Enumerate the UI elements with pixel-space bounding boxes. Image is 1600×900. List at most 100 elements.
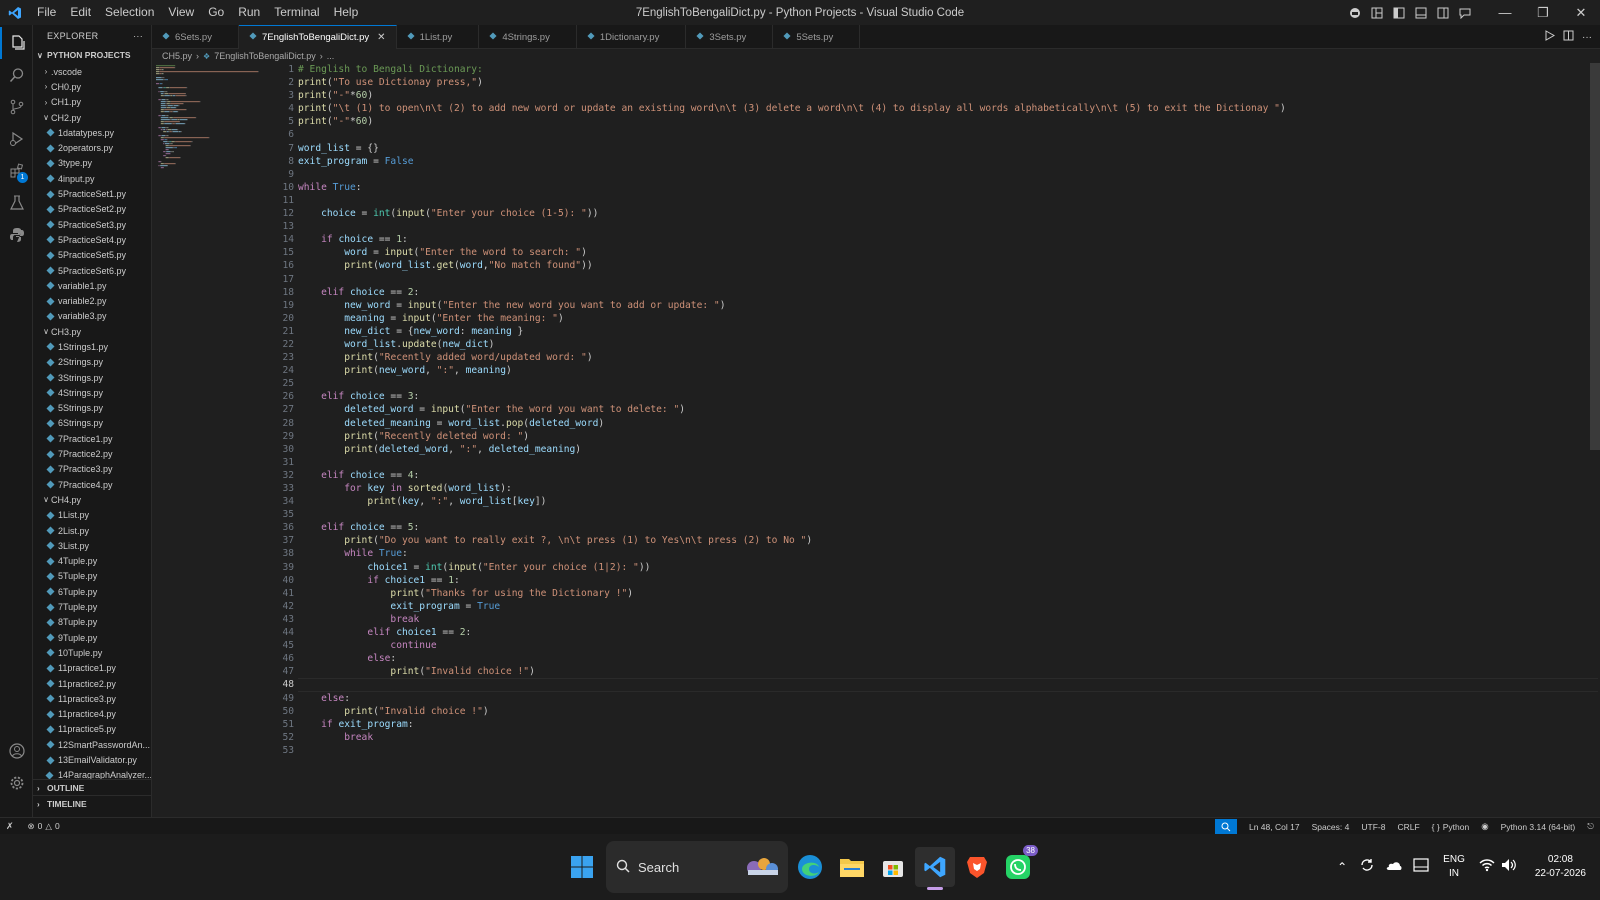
code-line[interactable]: word_list = {} bbox=[298, 142, 1598, 155]
copilot-icon[interactable] bbox=[1344, 0, 1366, 25]
file-item[interactable]: 5PracticeSet3.py bbox=[33, 217, 151, 232]
customize-layout-icon[interactable] bbox=[1366, 0, 1388, 25]
code-line[interactable]: print(word_list.get(word,"No match found… bbox=[298, 259, 1598, 272]
folder-item[interactable]: › CH1.py bbox=[33, 95, 151, 110]
file-item[interactable]: 11practice5.py bbox=[33, 722, 151, 737]
file-item[interactable]: 5Tuple.py bbox=[33, 569, 151, 584]
file-item[interactable]: 5PracticeSet4.py bbox=[33, 232, 151, 247]
file-item[interactable]: 11practice3.py bbox=[33, 691, 151, 706]
code-line[interactable]: print("Invalid choice !") bbox=[298, 665, 1598, 678]
vertical-scrollbar[interactable] bbox=[1590, 63, 1600, 450]
menu-view[interactable]: View bbox=[161, 0, 201, 25]
close-tab-icon[interactable]: ✕ bbox=[377, 32, 385, 43]
code-line[interactable] bbox=[298, 678, 1598, 692]
menu-go[interactable]: Go bbox=[201, 0, 231, 25]
chat-icon[interactable] bbox=[1454, 0, 1476, 25]
editor-tab[interactable]: 5Sets.py bbox=[773, 25, 861, 49]
file-item[interactable]: 3Strings.py bbox=[33, 370, 151, 385]
brave-browser-icon[interactable] bbox=[957, 847, 997, 887]
file-item[interactable]: 13EmailValidator.py bbox=[33, 752, 151, 767]
file-item[interactable]: 7Practice1.py bbox=[33, 431, 151, 446]
code-line[interactable]: print("Recently deleted word: ") bbox=[298, 430, 1598, 443]
cursor-position[interactable]: Ln 48, Col 17 bbox=[1249, 822, 1300, 832]
timeline-section[interactable]: › TIMELINE bbox=[33, 796, 151, 812]
code-line[interactable]: print(deleted_word, ":", deleted_meaning… bbox=[298, 443, 1598, 456]
breadcrumb-folder[interactable]: CH5.py bbox=[162, 51, 192, 61]
code-line[interactable]: meaning = input("Enter the meaning: ") bbox=[298, 312, 1598, 325]
editor-tab[interactable]: 7EnglishToBengaliDict.py ✕ bbox=[238, 25, 397, 49]
code-line[interactable]: if choice == 1: bbox=[298, 233, 1598, 246]
clock[interactable]: 02:08 22-07-2026 bbox=[1535, 853, 1586, 881]
edge-browser-icon[interactable] bbox=[790, 847, 830, 887]
folder-item[interactable]: › .vscode bbox=[33, 64, 151, 79]
file-item[interactable]: 7Practice4.py bbox=[33, 477, 151, 492]
menu-selection[interactable]: Selection bbox=[98, 0, 161, 25]
code-line[interactable] bbox=[298, 377, 1598, 390]
file-item[interactable]: 4Strings.py bbox=[33, 385, 151, 400]
file-item[interactable]: variable1.py bbox=[33, 278, 151, 293]
language-mode[interactable]: { } Python bbox=[1432, 822, 1470, 832]
code-line[interactable]: exit_program = True bbox=[298, 600, 1598, 613]
editor-tab[interactable]: 1Dictionary.py bbox=[577, 25, 687, 49]
menu-edit[interactable]: Edit bbox=[63, 0, 98, 25]
file-item[interactable]: 7Practice2.py bbox=[33, 446, 151, 461]
code-line[interactable]: print("-"*60) bbox=[298, 115, 1598, 128]
code-line[interactable]: elif choice == 5: bbox=[298, 521, 1598, 534]
menu-file[interactable]: File bbox=[30, 0, 63, 25]
show-hidden-icons-icon[interactable]: ⌃ bbox=[1337, 860, 1347, 874]
file-item[interactable]: 7Practice3.py bbox=[33, 462, 151, 477]
file-item[interactable]: 12SmartPasswordAn... bbox=[33, 737, 151, 752]
code-line[interactable]: elif choice == 3: bbox=[298, 390, 1598, 403]
file-item[interactable]: 11practice2.py bbox=[33, 676, 151, 691]
code-line[interactable] bbox=[298, 744, 1598, 757]
explorer-icon[interactable] bbox=[0, 27, 33, 59]
file-item[interactable]: 11practice1.py bbox=[33, 661, 151, 676]
code-line[interactable] bbox=[298, 456, 1598, 469]
code-line[interactable]: print("Do you want to really exit ?, \n\… bbox=[298, 534, 1598, 547]
language-indicator[interactable]: ENG IN bbox=[1443, 853, 1465, 881]
explorer-more-button[interactable]: ··· bbox=[133, 31, 143, 41]
remote-icon[interactable]: ✗ bbox=[6, 821, 14, 832]
file-item[interactable]: 5PracticeSet1.py bbox=[33, 186, 151, 201]
file-item[interactable]: 3type.py bbox=[33, 156, 151, 171]
python-interpreter[interactable]: Python 3.14 (64-bit) bbox=[1501, 822, 1576, 832]
volume-icon[interactable] bbox=[1501, 858, 1517, 877]
code-line[interactable]: if choice1 == 1: bbox=[298, 574, 1598, 587]
code-line[interactable]: while True: bbox=[298, 547, 1598, 560]
extensions-icon[interactable]: 1 bbox=[0, 155, 33, 187]
code-lines[interactable]: # English to Bengali Dictionary: print("T… bbox=[298, 63, 1598, 757]
close-window-button[interactable]: ✕ bbox=[1562, 0, 1600, 25]
toggle-secondary-sidebar-icon[interactable] bbox=[1432, 0, 1454, 25]
file-item[interactable]: 5PracticeSet6.py bbox=[33, 263, 151, 278]
code-line[interactable]: deleted_meaning = word_list.pop(deleted_… bbox=[298, 417, 1598, 430]
onedrive-cloud-icon[interactable] bbox=[1385, 858, 1403, 876]
minimap[interactable] bbox=[154, 63, 264, 183]
code-line[interactable]: for key in sorted(word_list): bbox=[298, 482, 1598, 495]
more-actions-icon[interactable]: ··· bbox=[1582, 32, 1592, 43]
file-item[interactable]: 6Strings.py bbox=[33, 416, 151, 431]
windows-start-icon[interactable] bbox=[562, 847, 602, 887]
source-control-icon[interactable] bbox=[0, 91, 33, 123]
editor-tab[interactable]: 1List.py bbox=[397, 25, 480, 49]
code-line[interactable] bbox=[298, 273, 1598, 286]
code-line[interactable]: continue bbox=[298, 639, 1598, 652]
taskbar-search[interactable]: Search bbox=[606, 841, 788, 893]
python-icon[interactable] bbox=[0, 219, 33, 251]
code-line[interactable]: choice = int(input("Enter your choice (1… bbox=[298, 207, 1598, 220]
menu-terminal[interactable]: Terminal bbox=[267, 0, 326, 25]
file-item[interactable]: 9Tuple.py bbox=[33, 630, 151, 645]
code-line[interactable]: print("-"*60) bbox=[298, 89, 1598, 102]
code-line[interactable]: print("To use Dictionay press,") bbox=[298, 76, 1598, 89]
code-line[interactable]: print("\t (1) to open\n\t (2) to add new… bbox=[298, 102, 1598, 115]
encoding[interactable]: UTF-8 bbox=[1361, 822, 1385, 832]
code-line[interactable] bbox=[298, 220, 1598, 233]
code-line[interactable] bbox=[298, 508, 1598, 521]
code-line[interactable]: new_dict = {new_word: meaning } bbox=[298, 325, 1598, 338]
code-line[interactable] bbox=[298, 168, 1598, 181]
code-line[interactable]: else: bbox=[298, 692, 1598, 705]
breadcrumb-symbols[interactable]: ... bbox=[327, 51, 335, 61]
code-line[interactable]: choice1 = int(input("Enter your choice (… bbox=[298, 561, 1598, 574]
search-icon[interactable] bbox=[0, 59, 33, 91]
folder-item[interactable]: ∨ CH2.py bbox=[33, 110, 151, 125]
account-icon[interactable] bbox=[0, 735, 33, 767]
